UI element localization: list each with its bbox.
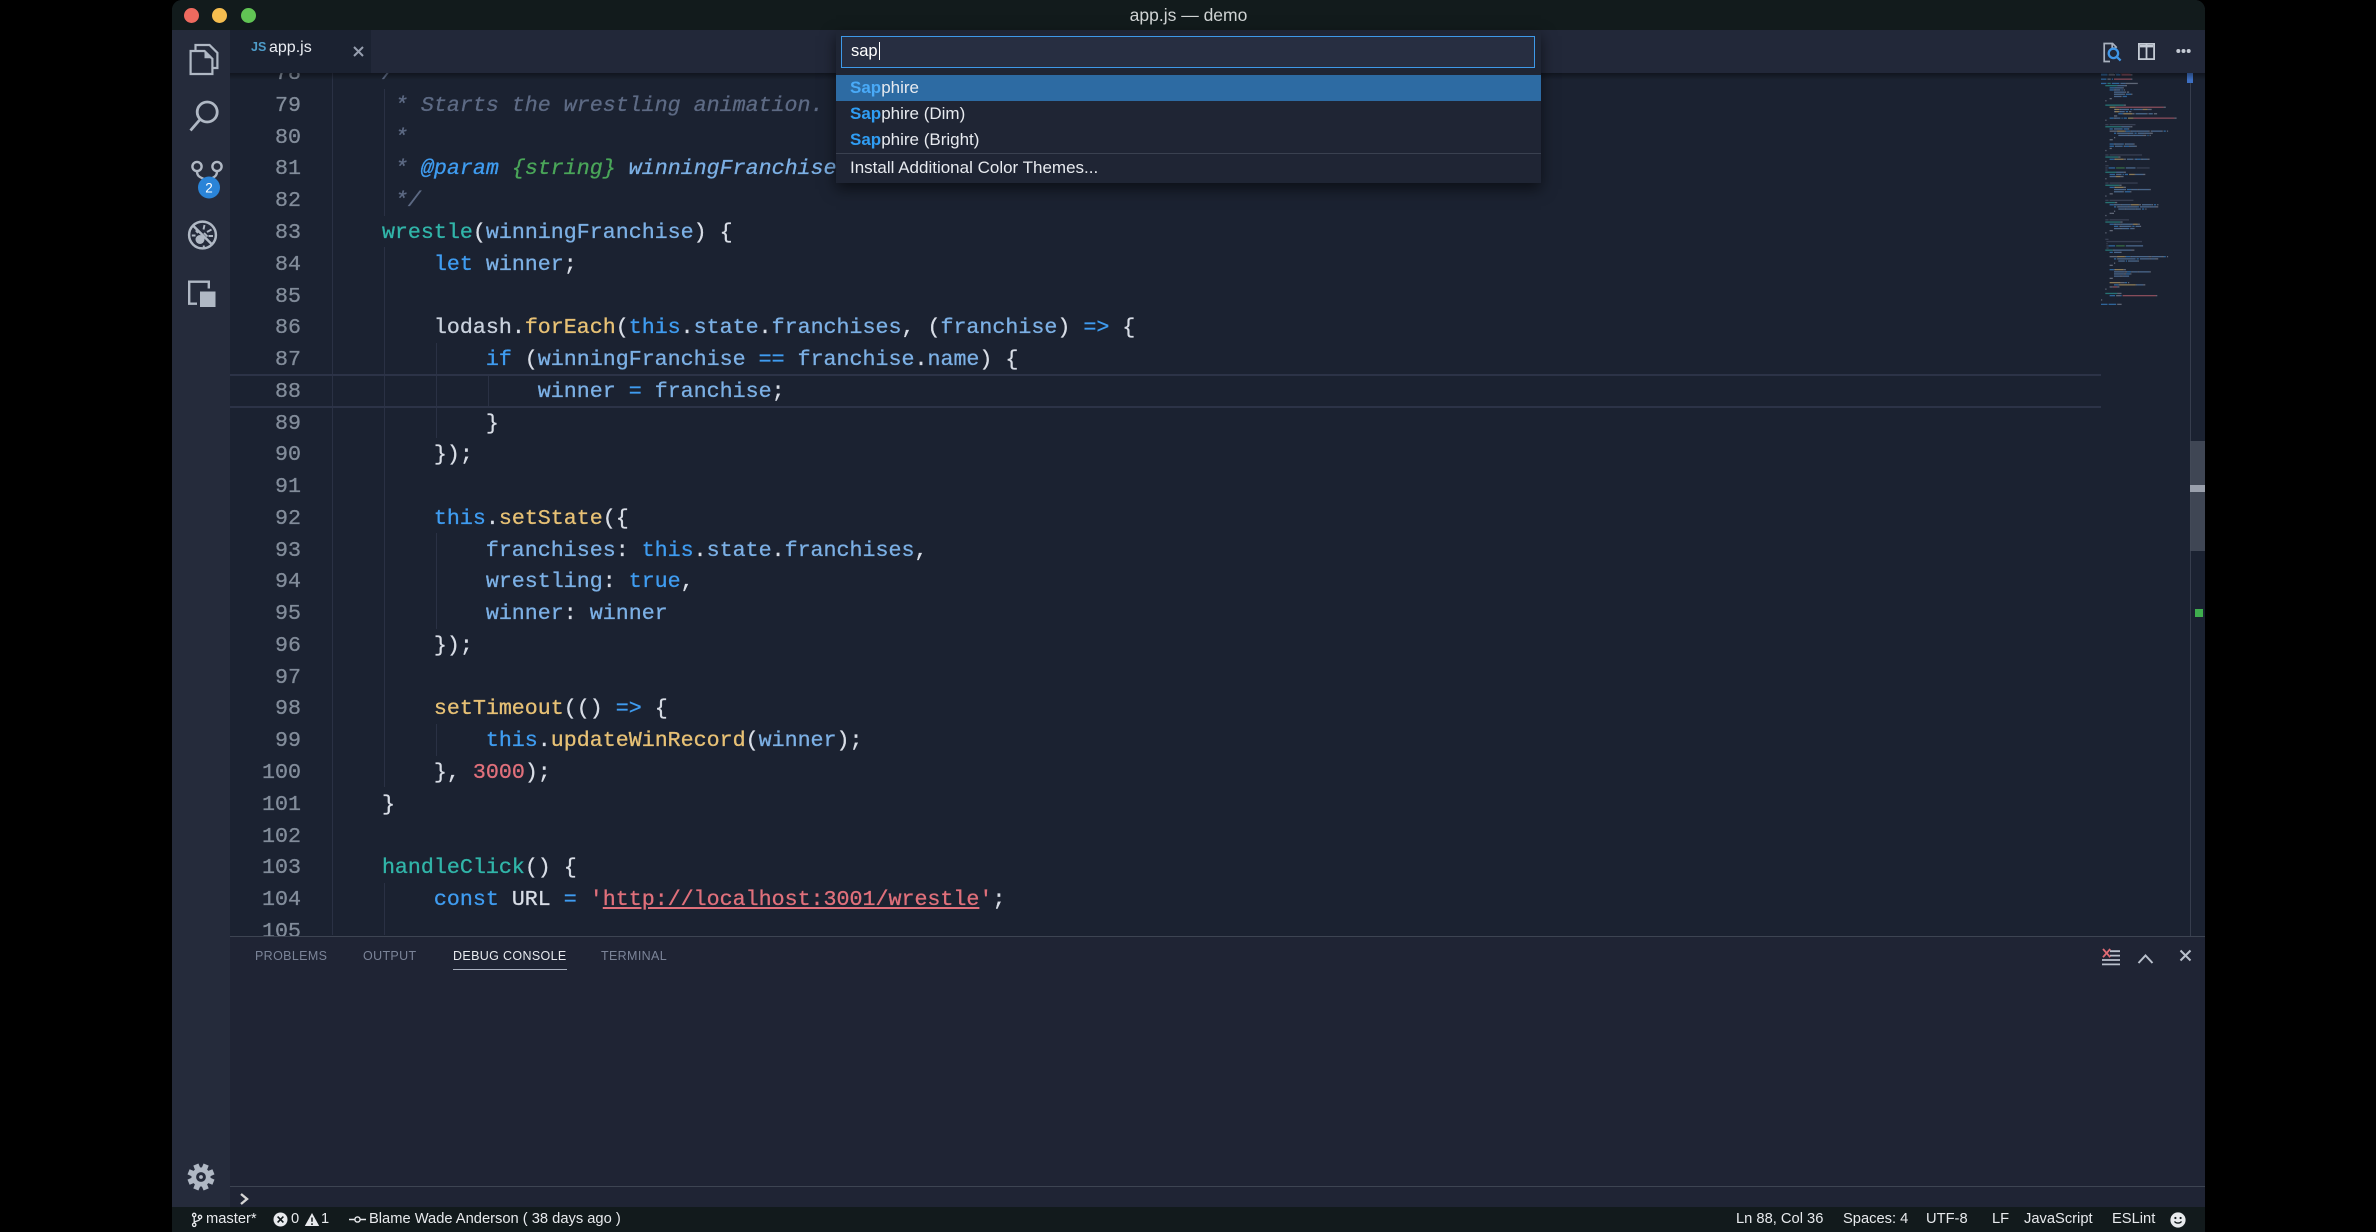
svg-text:2: 2	[205, 181, 213, 196]
